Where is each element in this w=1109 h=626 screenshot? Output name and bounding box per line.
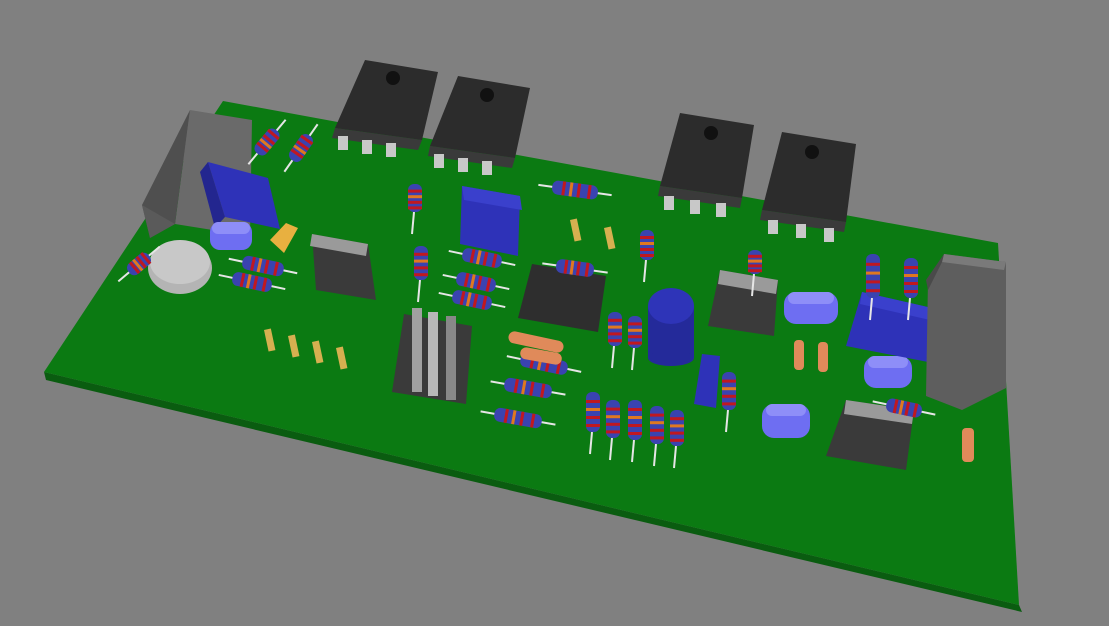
film-capacitor-3 <box>864 356 912 388</box>
film-capacitor-2 <box>784 292 838 324</box>
electrolytic-capacitor <box>648 288 694 366</box>
film-capacitor-1 <box>210 222 252 250</box>
diode-3 <box>794 340 804 370</box>
diode-5 <box>962 428 974 462</box>
pcb-3d-viewport[interactable] <box>0 0 1109 626</box>
terminal-block-right <box>926 254 1006 410</box>
diode-4 <box>818 342 828 372</box>
pcb-3d-scene <box>0 0 1109 626</box>
regulator-left <box>310 234 376 300</box>
film-capacitor-4 <box>762 404 810 438</box>
regulator-right-top <box>708 270 778 336</box>
capacitor-box-center <box>460 186 522 256</box>
